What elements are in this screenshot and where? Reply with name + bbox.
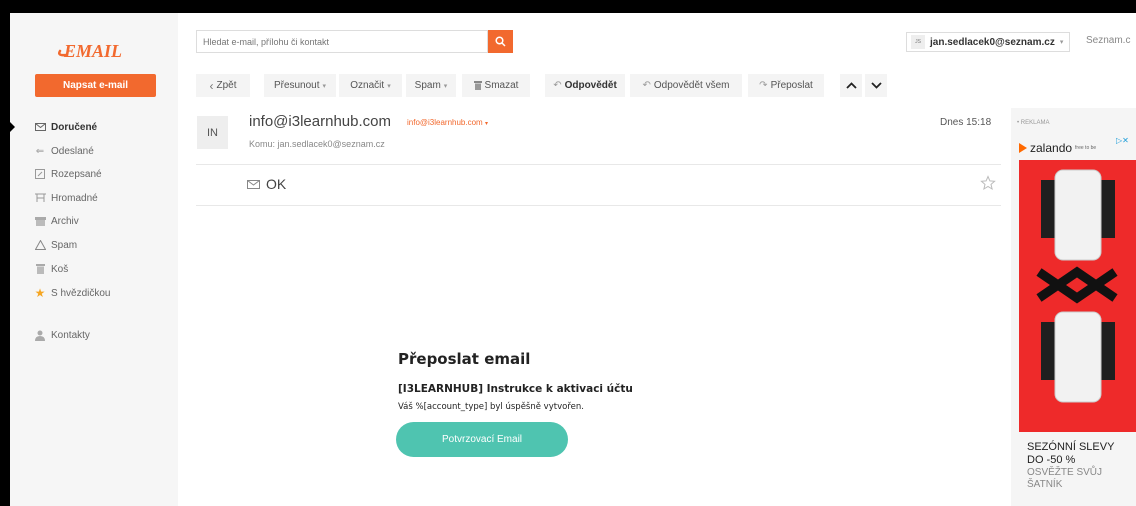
ad-label: • REKLAMA bbox=[1017, 120, 1050, 126]
spam-icon bbox=[34, 239, 46, 251]
sidebar-item-label: Hromadné bbox=[51, 192, 98, 204]
sidebar-item-inbox[interactable]: Doručené bbox=[34, 119, 97, 135]
sidebar-item-bulk[interactable]: Hromadné bbox=[34, 190, 98, 206]
trash-icon bbox=[473, 81, 482, 90]
reply-all-button[interactable]: ↶ Odpovědět všem bbox=[630, 74, 742, 97]
chevron-down-icon: ▾ bbox=[1059, 39, 1064, 46]
sidebar-item-label: Odeslané bbox=[51, 145, 94, 157]
star-toggle-icon[interactable] bbox=[980, 175, 996, 191]
sidebar-item-label: Doručené bbox=[51, 121, 98, 133]
account-email: jan.sedlacek0@seznam.cz bbox=[930, 36, 1055, 48]
chevron-down-icon: ▾ bbox=[322, 82, 327, 90]
reply-icon: ↶ bbox=[553, 80, 562, 91]
chevron-up-icon bbox=[845, 82, 857, 89]
divider bbox=[196, 205, 1001, 206]
move-button[interactable]: Přesunout ▾ bbox=[264, 74, 336, 97]
chevron-down-icon: ▾ bbox=[443, 82, 448, 90]
ad-cta[interactable]: OSVĚŽTE SVŮJ ŠATNÍK bbox=[1027, 467, 1127, 491]
sidebar-item-archive[interactable]: Archiv bbox=[34, 213, 79, 229]
mark-button[interactable]: Označit ▾ bbox=[339, 74, 402, 97]
sidebar-item-sent[interactable]: ⇐ Odeslané bbox=[34, 143, 94, 159]
search-button[interactable] bbox=[488, 30, 513, 53]
sidebar-item-label: Archiv bbox=[51, 215, 79, 227]
email-body-subtitle: [I3LEARNHUB] Instrukce k aktivaci účtu bbox=[398, 383, 633, 395]
email-body-text: Váš %[account_type] byl úspěšně vytvořen… bbox=[398, 402, 584, 412]
email-logo[interactable]: EMAIL bbox=[54, 35, 154, 65]
delete-button[interactable]: Smazat bbox=[462, 74, 530, 97]
ad-choices-icon[interactable]: ▷✕ bbox=[1116, 136, 1129, 145]
trash-icon bbox=[34, 263, 46, 275]
subject-row: OK bbox=[247, 176, 286, 192]
sidebar: EMAIL Napsat e-mail Doručené ⇐ Odeslané … bbox=[10, 13, 178, 506]
email-body-title: Přeposlat email bbox=[398, 350, 531, 368]
back-button[interactable]: ‹ Zpět bbox=[196, 74, 250, 97]
archive-icon bbox=[34, 215, 46, 227]
search-icon bbox=[495, 36, 506, 47]
mail-window: EMAIL Napsat e-mail Doručené ⇐ Odeslané … bbox=[10, 13, 1136, 506]
ad-image[interactable] bbox=[1019, 160, 1136, 432]
sidebar-item-contacts[interactable]: Kontakty bbox=[34, 327, 90, 343]
zalando-logo-icon bbox=[1019, 143, 1027, 153]
reply-button[interactable]: ↶ Odpovědět bbox=[545, 74, 625, 97]
reply-all-icon: ↶ bbox=[642, 80, 651, 91]
sidebar-item-label: S hvězdičkou bbox=[51, 287, 111, 299]
chevron-down-icon: ▾ bbox=[484, 121, 488, 127]
seznam-link[interactable]: Seznam.c bbox=[1086, 35, 1130, 46]
spam-button[interactable]: Spam ▾ bbox=[406, 74, 456, 97]
ad-shoes-illustration bbox=[1036, 169, 1118, 403]
sidebar-item-spam[interactable]: Spam bbox=[34, 237, 77, 253]
sent-icon: ⇐ bbox=[35, 145, 45, 157]
recipient-line: Komu: jan.sedlacek0@seznam.cz bbox=[249, 139, 385, 149]
bulk-icon bbox=[34, 192, 46, 204]
envelope-icon bbox=[247, 179, 260, 189]
message-timestamp: Dnes 15:18 bbox=[940, 117, 992, 128]
sidebar-item-label: Koš bbox=[51, 263, 69, 275]
sidebar-item-drafts[interactable]: Rozepsané bbox=[34, 166, 102, 182]
sidebar-item-label: Kontakty bbox=[51, 329, 90, 341]
active-folder-marker bbox=[10, 122, 15, 132]
chevron-down-icon: ▾ bbox=[387, 82, 391, 90]
account-switcher[interactable]: JS jan.sedlacek0@seznam.cz ▾ bbox=[906, 32, 1070, 52]
sender-name[interactable]: info@i3learnhub.com bbox=[249, 113, 391, 130]
next-message-button[interactable] bbox=[865, 74, 887, 97]
contacts-icon bbox=[34, 329, 46, 341]
ad-brand: zalando free to be bbox=[1019, 141, 1096, 155]
chevron-left-icon: ‹ bbox=[209, 78, 214, 93]
sidebar-item-starred[interactable]: ★ S hvězdičkou bbox=[34, 285, 111, 301]
advertisement[interactable]: • REKLAMA ▷✕ zalando free to be SEZÓNNÍ … bbox=[1011, 108, 1136, 506]
ad-headline: SEZÓNNÍ SLEVY DO -50 % bbox=[1027, 441, 1115, 466]
sender-avatar: IN bbox=[197, 116, 228, 149]
message-subject: OK bbox=[266, 176, 287, 192]
inbox-icon bbox=[34, 121, 46, 133]
sidebar-item-label: Spam bbox=[51, 239, 78, 251]
star-icon: ★ bbox=[34, 286, 46, 300]
forward-button[interactable]: ↷ Přeposlat bbox=[748, 74, 824, 97]
sidebar-item-label: Rozepsané bbox=[51, 168, 102, 180]
draft-icon bbox=[34, 168, 46, 180]
confirmation-email-button[interactable]: Potvrzovací Email bbox=[396, 422, 568, 457]
search-input[interactable] bbox=[196, 30, 488, 53]
svg-text:EMAIL: EMAIL bbox=[63, 41, 122, 61]
chevron-down-icon bbox=[870, 82, 882, 89]
forward-icon: ↷ bbox=[759, 80, 768, 91]
account-avatar: JS bbox=[911, 35, 925, 49]
divider bbox=[196, 164, 1001, 165]
sender-email-dropdown[interactable]: info@i3learnhub.com ▾ bbox=[407, 118, 488, 127]
previous-message-button[interactable] bbox=[840, 74, 862, 97]
sidebar-item-trash[interactable]: Koš bbox=[34, 261, 68, 277]
compose-button[interactable]: Napsat e-mail bbox=[35, 74, 156, 97]
